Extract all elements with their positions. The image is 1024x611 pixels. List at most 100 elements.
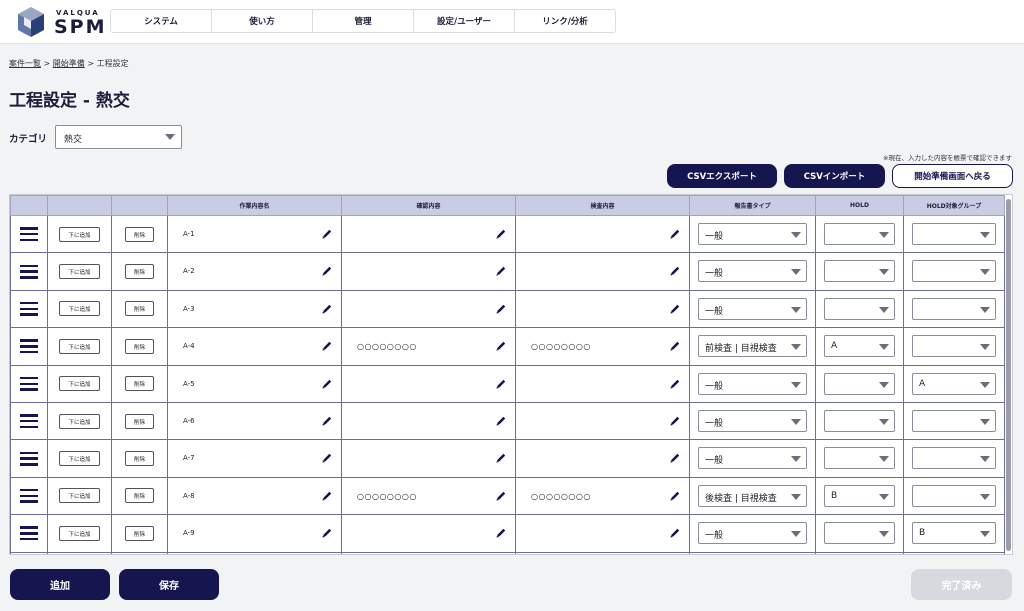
drag-handle-icon[interactable] — [20, 451, 38, 466]
hold-select[interactable]: A — [824, 335, 895, 358]
pencil-icon[interactable] — [321, 415, 333, 427]
work-name-cell[interactable]: A-8 — [167, 476, 342, 516]
inspect-content-cell[interactable] — [515, 439, 690, 478]
add-below-button[interactable]: 下に追加 — [59, 413, 100, 429]
delete-row-button[interactable]: 削除 — [125, 376, 154, 392]
add-below-button[interactable]: 下に追加 — [59, 338, 100, 354]
brand-logo[interactable]: VALQUA SPM — [16, 6, 106, 38]
drag-handle-icon[interactable] — [20, 376, 38, 391]
report-type-select[interactable]: 一般 — [698, 223, 807, 245]
work-name-cell[interactable]: A-2 — [167, 252, 342, 291]
breadcrumb-start-prep[interactable]: 開始準備 — [53, 59, 85, 68]
pencil-icon[interactable] — [495, 340, 507, 352]
work-name-cell[interactable]: A-9 — [167, 514, 342, 553]
drag-handle-icon[interactable] — [20, 301, 38, 316]
check-content-cell[interactable] — [341, 401, 516, 441]
add-below-button[interactable]: 下に追加 — [59, 264, 100, 280]
nav-usage[interactable]: 使い方 — [212, 10, 313, 32]
check-content-cell[interactable] — [341, 439, 516, 478]
pencil-icon[interactable] — [495, 527, 507, 539]
hold-group-select[interactable] — [912, 447, 996, 470]
pencil-icon[interactable] — [321, 490, 333, 502]
check-content-cell[interactable] — [341, 252, 516, 291]
inspect-content-cell[interactable] — [515, 252, 690, 291]
hold-select[interactable] — [824, 297, 895, 320]
report-type-select[interactable]: 一般 — [698, 447, 807, 470]
nav-links-analysis[interactable]: リンク/分析 — [515, 10, 615, 32]
csv-import-button[interactable]: CSVインポート — [784, 164, 885, 188]
pencil-icon[interactable] — [321, 527, 333, 539]
pencil-icon[interactable] — [321, 340, 333, 352]
add-below-button[interactable]: 下に追加 — [59, 301, 100, 317]
pencil-icon[interactable] — [669, 378, 681, 390]
drag-handle-icon[interactable] — [20, 227, 38, 242]
pencil-icon[interactable] — [495, 490, 507, 502]
add-row-button[interactable]: 追加 — [10, 569, 110, 600]
hold-group-select[interactable] — [912, 409, 996, 432]
check-content-cell[interactable] — [341, 214, 516, 254]
work-name-cell[interactable]: A-5 — [167, 364, 342, 403]
hold-group-select[interactable] — [912, 297, 996, 320]
check-content-cell[interactable] — [341, 551, 516, 554]
delete-row-button[interactable]: 削除 — [125, 488, 154, 504]
delete-row-button[interactable]: 削除 — [125, 264, 154, 280]
table-scrollbar[interactable] — [1006, 199, 1011, 551]
hold-select[interactable] — [824, 260, 895, 283]
add-below-button[interactable]: 下に追加 — [59, 376, 100, 392]
pencil-icon[interactable] — [321, 378, 333, 390]
work-name-cell[interactable]: A-7 — [167, 439, 342, 478]
pencil-icon[interactable] — [321, 452, 333, 464]
delete-row-button[interactable]: 削除 — [125, 413, 154, 429]
add-below-button[interactable]: 下に追加 — [59, 451, 100, 467]
back-to-start-prep-button[interactable]: 開始準備画面へ戻る — [892, 164, 1013, 188]
category-select[interactable]: 熱交 — [55, 125, 182, 149]
nav-admin[interactable]: 管理 — [313, 10, 414, 32]
hold-select[interactable] — [824, 223, 895, 245]
report-type-select[interactable]: 一般 — [698, 409, 807, 432]
hold-select[interactable] — [824, 372, 895, 395]
pencil-icon[interactable] — [495, 265, 507, 277]
hold-group-select[interactable] — [912, 335, 996, 358]
pencil-icon[interactable] — [669, 228, 681, 240]
pencil-icon[interactable] — [669, 452, 681, 464]
pencil-icon[interactable] — [669, 415, 681, 427]
hold-group-select[interactable] — [912, 223, 996, 245]
report-type-select[interactable]: 一般 — [698, 522, 807, 545]
hold-select[interactable]: B — [824, 484, 895, 507]
pencil-icon[interactable] — [495, 415, 507, 427]
pencil-icon[interactable] — [669, 303, 681, 315]
inspect-content-cell[interactable] — [515, 364, 690, 403]
inspect-content-cell[interactable]: ○○○○○○○○ — [515, 327, 690, 366]
check-content-cell[interactable] — [341, 364, 516, 403]
pencil-icon[interactable] — [669, 490, 681, 502]
pencil-icon[interactable] — [495, 303, 507, 315]
pencil-icon[interactable] — [495, 452, 507, 464]
pencil-icon[interactable] — [495, 378, 507, 390]
pencil-icon[interactable] — [669, 527, 681, 539]
hold-group-select[interactable]: B — [912, 522, 996, 545]
report-type-select[interactable]: 一般 — [698, 372, 807, 395]
drag-handle-icon[interactable] — [20, 264, 38, 279]
hold-group-select[interactable] — [912, 484, 996, 507]
inspect-content-cell[interactable] — [515, 214, 690, 254]
save-button[interactable]: 保存 — [119, 569, 219, 600]
nav-settings-users[interactable]: 設定/ユーザー — [414, 10, 515, 32]
hold-select[interactable] — [824, 409, 895, 432]
hold-group-select[interactable] — [912, 260, 996, 283]
add-below-button[interactable]: 下に追加 — [59, 525, 100, 541]
delete-row-button[interactable]: 削除 — [125, 226, 154, 242]
breadcrumb-project-list[interactable]: 案件一覧 — [9, 59, 41, 68]
delete-row-button[interactable]: 削除 — [125, 301, 154, 317]
pencil-icon[interactable] — [495, 228, 507, 240]
pencil-icon[interactable] — [321, 228, 333, 240]
work-name-cell[interactable]: A-4 — [167, 327, 342, 366]
inspect-content-cell[interactable] — [515, 514, 690, 553]
inspect-content-cell[interactable]: ○○○○○○○○ — [515, 476, 690, 516]
pencil-icon[interactable] — [669, 265, 681, 277]
work-name-cell[interactable]: A-6 — [167, 401, 342, 441]
report-type-select[interactable]: 後検査 | 目視検査 — [698, 484, 807, 507]
report-type-select[interactable]: 一般 — [698, 260, 807, 283]
inspect-content-cell[interactable] — [515, 551, 690, 554]
report-type-select[interactable]: 一般 — [698, 297, 807, 320]
hold-group-select[interactable]: A — [912, 372, 996, 395]
